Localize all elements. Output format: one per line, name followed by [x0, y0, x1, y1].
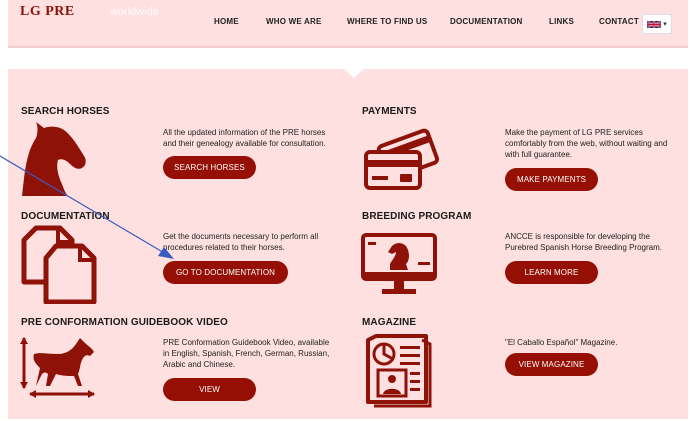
documentation-title: DOCUMENTATION [21, 211, 110, 222]
header-divider [8, 46, 688, 48]
nav-documentation[interactable]: DOCUMENTATION [450, 17, 523, 26]
search-horses-description: All the updated information of the PRE h… [163, 128, 326, 148]
credit-cards-icon [364, 128, 440, 190]
breeding-program-description: ANCCE is responsible for developing the … [505, 232, 662, 252]
nav-contact[interactable]: CONTACT [599, 17, 639, 26]
payments-description: Make the payment of LG PRE services comf… [505, 128, 668, 159]
newspaper-icon [366, 334, 432, 408]
payments-title: PAYMENTS [362, 106, 417, 117]
magazine-title: MAGAZINE [362, 317, 417, 328]
nav-home[interactable]: HOME [214, 17, 239, 26]
uk-flag-icon [647, 19, 662, 29]
search-horses-button[interactable]: SEARCH HORSES [163, 156, 256, 179]
language-selector[interactable]: ▾ [642, 14, 672, 34]
nav-where-to-find-us[interactable]: WHERE TO FIND US [347, 17, 427, 26]
guidebook-video-description: PRE Conformation Guidebook Video, availa… [163, 338, 330, 369]
documents-icon [21, 225, 97, 304]
search-horses-title: SEARCH HORSES [21, 106, 110, 117]
guidebook-video-title: PRE CONFORMATION GUIDEBOOK VIDEO [21, 317, 228, 328]
panel-notch [343, 68, 365, 78]
site-logo[interactable]: LG PRE [20, 4, 75, 20]
documentation-description: Get the documents necessary to perform a… [163, 232, 319, 252]
view-button[interactable]: VIEW [163, 378, 256, 401]
make-payments-button[interactable]: MAKE PAYMENTS [505, 168, 598, 191]
page: { "header": { "logo": "LG PRE", "tagline… [0, 0, 694, 421]
horse-measure-icon [20, 337, 95, 398]
view-magazine-button[interactable]: VIEW MAGAZINE [505, 353, 598, 376]
nav-who-we-are[interactable]: WHO WE ARE [266, 17, 321, 26]
chevron-down-icon: ▾ [663, 21, 667, 28]
horse-head-icon [22, 122, 86, 196]
site-header: LG PRE worldwide HOME WHO WE ARE WHERE T… [8, 0, 688, 46]
site-tagline: worldwide [110, 6, 159, 18]
chess-knight-monitor-icon [361, 233, 437, 294]
learn-more-button[interactable]: LEARN MORE [505, 261, 598, 284]
go-to-documentation-button[interactable]: GO TO DOCUMENTATION [163, 261, 288, 284]
magazine-description: "El Caballo Español" Magazine. [505, 338, 618, 347]
breeding-program-title: BREEDING PROGRAM [362, 211, 472, 222]
nav-links[interactable]: LINKS [549, 17, 574, 26]
